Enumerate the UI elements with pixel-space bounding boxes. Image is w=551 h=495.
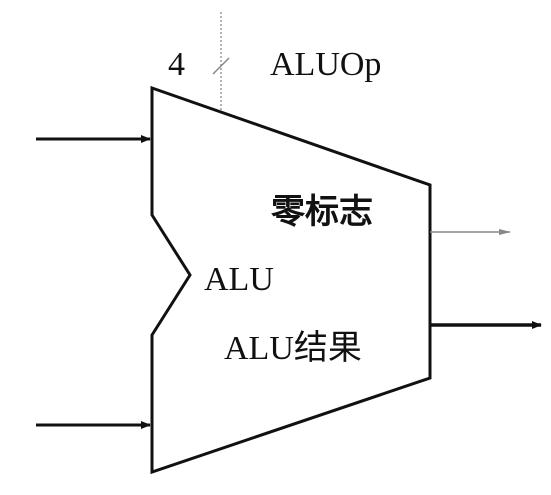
alu-diagram: 4 ALUOp 零标志 ALU ALU结果 <box>36 12 542 475</box>
alu-result-label: ALU结果 <box>224 329 362 367</box>
control-width-label: 4 <box>168 46 185 83</box>
aluop-label: ALUOp <box>270 46 381 83</box>
zero-flag-label: 零标志 <box>271 192 373 232</box>
alu-name-label: ALU <box>204 261 274 298</box>
alu-body <box>150 85 432 475</box>
